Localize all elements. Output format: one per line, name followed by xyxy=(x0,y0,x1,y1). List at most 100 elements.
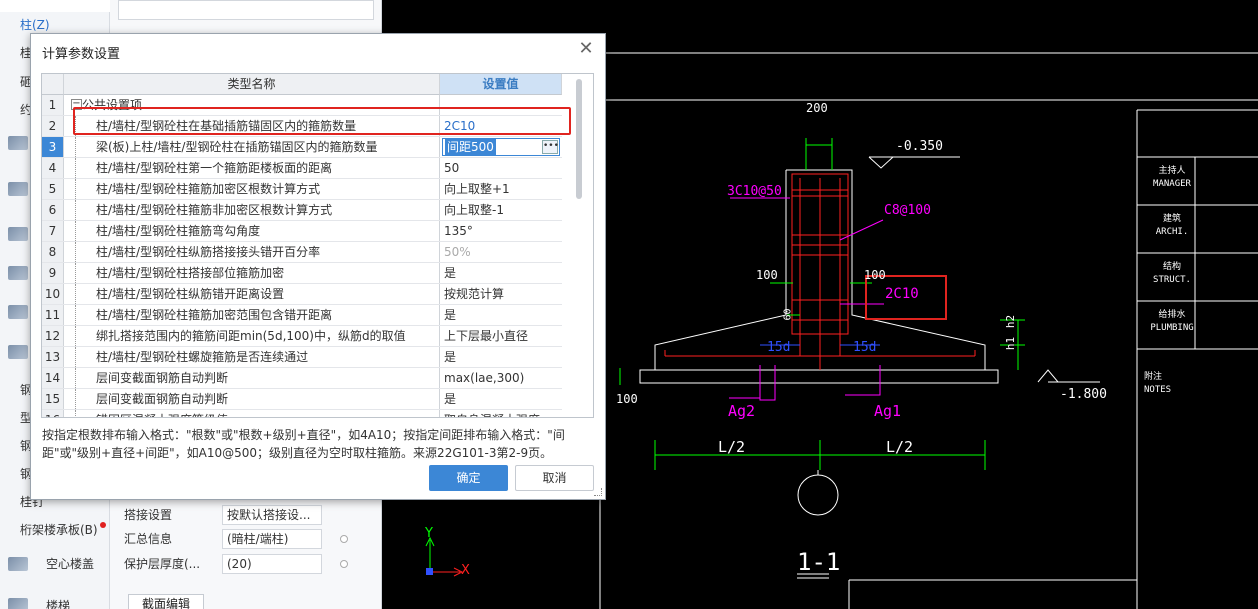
row-number: 5 xyxy=(42,179,64,199)
row-number: 14 xyxy=(42,368,64,388)
component-icon xyxy=(8,266,28,280)
grid-row[interactable]: 4 柱/墙柱/型钢砼柱第一个箍筋距楼板面的距离 50 xyxy=(42,158,562,179)
sidebar-item-hollow-slab[interactable]: 空心楼盖 xyxy=(0,552,110,576)
value-editor-text[interactable]: 间距500 xyxy=(445,139,496,155)
param-value[interactable]: 是 xyxy=(440,347,562,367)
grid-row[interactable]: 13 柱/墙柱/型钢砼柱螺旋箍筋是否连续通过 是 xyxy=(42,347,562,368)
param-name-text: 柱/墙柱/型钢砼柱箍筋加密区根数计算方式 xyxy=(96,182,321,196)
row-number: 1 xyxy=(42,95,64,115)
sidebar-item-stairs[interactable]: 楼梯 xyxy=(0,594,110,609)
stirrup-label: 3C10@50 xyxy=(727,184,782,199)
param-name-text: 层间变截面钢筋自动判断 xyxy=(96,371,229,385)
section-label: 1-1 xyxy=(797,548,841,576)
grid-row[interactable]: 3 梁(板)上柱/墙柱/型钢砼柱在插筋锚固区内的箍筋数量 间距500 ••• xyxy=(42,137,562,158)
tree-line xyxy=(68,305,84,325)
param-value[interactable]: 向上取整-1 xyxy=(440,200,562,220)
param-value[interactable]: 向上取整+1 xyxy=(440,179,562,199)
value-editor[interactable]: 间距500 ••• xyxy=(442,138,560,156)
component-icon xyxy=(8,345,28,359)
component-icon xyxy=(8,227,28,241)
param-value[interactable]: 取自身混凝土强度 xyxy=(440,410,562,417)
param-name: 柱/墙柱/型钢砼柱箍筋加密区根数计算方式 xyxy=(64,179,440,199)
column-header-name: 类型名称 xyxy=(64,74,440,95)
param-value[interactable]: 135° xyxy=(440,221,562,241)
param-name-text: 梁(板)上柱/墙柱/型钢砼柱在插筋锚固区内的箍筋数量 xyxy=(96,140,378,154)
sidebar-item-truss-deck[interactable]: 桁架楼承板(B) xyxy=(0,518,110,542)
param-name-text: 绑扎搭接范围内的箍筋间距min(5d,100)中，纵筋d的取值 xyxy=(96,329,406,343)
param-name-text: 柱/墙柱/型钢砼柱纵筋错开距离设置 xyxy=(96,287,285,301)
param-value[interactable]: 是 xyxy=(440,263,562,283)
property-label: 汇总信息 xyxy=(124,532,173,546)
param-name: 柱/墙柱/型钢砼柱箍筋加密范围包含错开距离 xyxy=(64,305,440,325)
dim-label: 100 xyxy=(616,392,638,406)
grid-row[interactable]: 14 层间变截面钢筋自动判断 max(lae,300) xyxy=(42,368,562,389)
param-value[interactable]: max(lae,300) xyxy=(440,368,562,388)
row-number: 12 xyxy=(42,326,64,346)
title-block-cell: 建筑 ARCHI. xyxy=(1155,214,1189,237)
tree-line xyxy=(68,158,84,178)
row-number: 9 xyxy=(42,263,64,283)
grid-row[interactable]: 5 柱/墙柱/型钢砼柱箍筋加密区根数计算方式 向上取整+1 xyxy=(42,179,562,200)
row-number: 7 xyxy=(42,221,64,241)
sidebar-item-top[interactable] xyxy=(0,0,110,12)
property-value[interactable]: (20) xyxy=(222,554,322,574)
section-edit-button[interactable]: 截面编辑 xyxy=(128,594,204,609)
grid-row[interactable]: 12 绑扎搭接范围内的箍筋间距min(5d,100)中，纵筋d的取值 上下层最小直径 xyxy=(42,326,562,347)
grid-row[interactable]: 7 柱/墙柱/型钢砼柱箍筋弯勾角度 135° xyxy=(42,221,562,242)
property-label: 搭接设置 xyxy=(124,508,173,522)
column-header-value: 设置值 xyxy=(440,74,562,95)
grid-row[interactable]: 9 柱/墙柱/型钢砼柱搭接部位箍筋加密 是 xyxy=(42,263,562,284)
grid-row[interactable]: 8 柱/墙柱/型钢砼柱纵筋搭接接头错开百分率 50% xyxy=(42,242,562,263)
ag-label: Ag1 xyxy=(874,402,902,420)
sidebar-item-label: 桁架楼承板(B) xyxy=(20,523,98,537)
param-value[interactable]: 按规范计算 xyxy=(440,284,562,304)
title-block-cell: 附注 NOTES xyxy=(1144,372,1172,395)
title-block-cell: 给排水 PLUMBING xyxy=(1150,310,1194,333)
row-number: 15 xyxy=(42,389,64,409)
calc-params-dialog: 计算参数设置 ✕ 类型名称 设置值 1− 公共设置项 2 柱/墙柱/型钢砼柱在基础插筋… xyxy=(30,33,606,500)
param-name-text: 层间变截面钢筋自动判断 xyxy=(96,392,229,406)
grid-row[interactable]: 15 层间变截面钢筋自动判断 是 xyxy=(42,389,562,410)
dim-label: h2 xyxy=(1004,314,1018,329)
property-value[interactable]: (暗柱/端柱) xyxy=(222,529,322,549)
param-name: 错固区混凝土强度等级值 xyxy=(64,410,440,417)
tree-line xyxy=(68,221,84,241)
grid-row[interactable]: 16 错固区混凝土强度等级值 取自身混凝土强度 xyxy=(42,410,562,417)
param-value[interactable]: 上下层最小直径 xyxy=(440,326,562,346)
row-number: 16 xyxy=(42,410,64,417)
elevation-label: -0.350 xyxy=(896,139,943,154)
param-name-text: 柱/墙柱/型钢砼柱搭接部位箍筋加密 xyxy=(96,266,285,280)
grid-row[interactable]: 11 柱/墙柱/型钢砼柱箍筋加密范围包含错开距离 是 xyxy=(42,305,562,326)
grid-row[interactable]: 6 柱/墙柱/型钢砼柱箍筋非加密区根数计算方式 向上取整-1 xyxy=(42,200,562,221)
property-value[interactable]: 按默认搭接设... xyxy=(222,505,322,525)
param-value[interactable]: 50 xyxy=(440,158,562,178)
row-number: 6 xyxy=(42,200,64,220)
dim-label: L/2 xyxy=(718,438,746,456)
dialog-title: 计算参数设置 xyxy=(42,47,121,62)
cancel-button[interactable]: 取消 xyxy=(515,465,594,491)
tree-line xyxy=(68,368,84,388)
tree-line xyxy=(68,179,84,199)
property-radio[interactable] xyxy=(340,560,348,568)
row-number: 11 xyxy=(42,305,64,325)
tree-line xyxy=(68,284,84,304)
param-name: 柱/墙柱/型钢砼柱纵筋错开距离设置 xyxy=(64,284,440,304)
more-options-icon[interactable]: ••• xyxy=(542,140,559,154)
param-value[interactable]: 50% xyxy=(440,242,562,262)
new-badge xyxy=(99,522,106,528)
title-block-cell: 主持人 MANAGER xyxy=(1153,166,1191,189)
ok-button[interactable]: 确定 xyxy=(429,465,508,491)
tree-line xyxy=(68,326,84,346)
param-name-text: 错固区混凝土强度等级值 xyxy=(96,413,228,417)
grid-row[interactable]: 10 柱/墙柱/型钢砼柱纵筋错开距离设置 按规范计算 xyxy=(42,284,562,305)
dim-label: 60 xyxy=(782,308,794,321)
param-value[interactable]: 是 xyxy=(440,389,562,409)
hint-text: 按指定根数排布输入格式："根数"或"根数+级别+直径"，如4A10；按指定间距排… xyxy=(42,428,565,460)
param-name-text: 柱/墙柱/型钢砼柱纵筋搭接接头错开百分率 xyxy=(96,245,321,259)
close-icon[interactable]: ✕ xyxy=(577,40,595,58)
resize-grip[interactable] xyxy=(594,488,602,496)
property-radio[interactable] xyxy=(340,535,348,543)
dim-label: 200 xyxy=(806,101,828,115)
param-value[interactable]: 是 xyxy=(440,305,562,325)
scrollbar-thumb[interactable] xyxy=(576,79,582,199)
